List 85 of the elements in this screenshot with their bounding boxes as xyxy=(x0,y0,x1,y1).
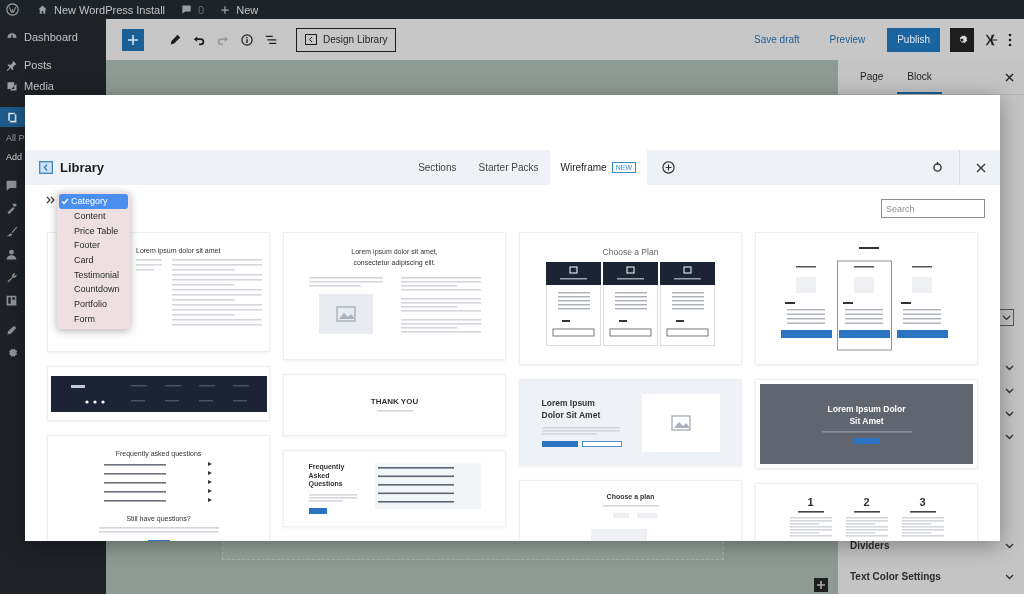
placeholder-lines-drawing xyxy=(909,511,936,514)
template-card[interactable]: Choose a Plan xyxy=(519,232,742,365)
card-heading: Lorem Ipsum Dolor Sit Amet xyxy=(826,403,907,428)
save-draft-button[interactable]: Save draft xyxy=(754,34,800,45)
new-link[interactable]: New xyxy=(236,3,259,16)
sidebar-tab[interactable]: Page xyxy=(850,60,894,94)
chevron-down-icon xyxy=(1005,573,1014,580)
site-title-link[interactable]: New WordPress Install xyxy=(54,3,166,16)
publish-button[interactable]: Publish xyxy=(887,27,940,52)
layout-icon xyxy=(5,294,18,307)
template-card[interactable] xyxy=(47,366,270,421)
category-option[interactable]: Countdown xyxy=(59,282,128,297)
chevron-down-icon xyxy=(1005,365,1014,371)
step-number: 2 xyxy=(863,496,870,508)
card-heading: Choose a Plan xyxy=(602,247,659,257)
category-option[interactable]: Footer xyxy=(59,238,128,253)
button-drawing xyxy=(853,438,880,445)
placeholder-lines-drawing xyxy=(901,517,944,538)
pencil-icon xyxy=(168,32,182,47)
template-card[interactable]: 1 2 3 xyxy=(755,483,978,541)
library-logo-icon xyxy=(305,34,317,45)
step-number: 1 xyxy=(807,496,814,508)
pencil-icon xyxy=(5,324,18,337)
close-button[interactable] xyxy=(1005,72,1014,82)
library-title: Library xyxy=(60,160,105,175)
chevron-down-icon xyxy=(1005,434,1014,440)
placeholder-lines-drawing xyxy=(845,517,888,538)
category-option[interactable]: Form xyxy=(59,311,128,327)
comment-icon xyxy=(181,4,193,15)
sync-icon[interactable] xyxy=(932,162,943,173)
step-number: 3 xyxy=(919,496,926,508)
settings-button[interactable] xyxy=(950,27,974,52)
hammer-icon xyxy=(5,202,18,215)
admin-menu-item[interactable]: Dashboard xyxy=(0,23,106,51)
check-icon xyxy=(61,197,69,205)
info-icon xyxy=(240,32,254,47)
comment-icon xyxy=(5,179,18,192)
template-card[interactable]: THANK YOU xyxy=(283,374,506,436)
design-library-button[interactable]: Design Library xyxy=(296,27,397,52)
placeholder-lines-drawing xyxy=(136,259,162,274)
image-placeholder-icon xyxy=(641,393,720,452)
placeholder-lines-drawing xyxy=(602,505,659,508)
double-chevron-icon[interactable] xyxy=(46,196,55,204)
chevron-down-icon xyxy=(1005,411,1014,417)
template-card[interactable]: Lorem Ipsum Dolor Sit Amet xyxy=(755,379,978,469)
kadence-icon[interactable] xyxy=(984,32,998,47)
user-icon xyxy=(5,248,18,261)
add-block-button[interactable] xyxy=(122,28,144,51)
placeholder-lines-drawing xyxy=(308,493,357,503)
library-logo-icon xyxy=(39,161,53,174)
home-icon xyxy=(37,4,48,15)
template-card[interactable]: Lorem Ipsum Dolor Sit Amet xyxy=(519,379,742,466)
category-option[interactable]: Testimonial xyxy=(59,267,128,283)
brush-icon xyxy=(5,225,18,238)
admin-submenu-item[interactable]: Add xyxy=(6,151,22,162)
chevron-down-icon xyxy=(1005,542,1014,549)
image-placeholder-icon xyxy=(318,294,373,334)
placeholder-lines-drawing xyxy=(853,511,880,514)
wrench-icon xyxy=(5,271,18,284)
card-heading: Lorem Ipsum Dolor Sit Amet xyxy=(541,398,602,422)
library-tab[interactable]: Sections xyxy=(407,150,468,185)
button-drawing xyxy=(308,507,327,514)
placeholder-lines-drawing xyxy=(789,517,832,538)
admin-submenu-item[interactable]: All P xyxy=(6,132,25,143)
more-options-icon[interactable] xyxy=(1008,32,1012,47)
pin-icon xyxy=(6,59,18,71)
add-block-icon[interactable] xyxy=(814,578,828,592)
admin-menu-item[interactable]: Media xyxy=(0,79,106,107)
library-tab[interactable]: Starter Packs xyxy=(467,150,550,185)
preview-button[interactable]: Preview xyxy=(829,34,866,45)
category-option[interactable]: Card xyxy=(59,252,128,268)
plus-icon xyxy=(220,4,231,15)
plus-icon xyxy=(127,33,139,46)
close-icon[interactable] xyxy=(976,162,986,173)
pages-icon xyxy=(5,110,18,124)
wordpress-logo-icon[interactable] xyxy=(6,3,19,16)
card-heading: THANK YOU xyxy=(370,397,419,406)
chevron-down-icon xyxy=(1005,388,1014,394)
admin-menu-item[interactable]: Posts xyxy=(0,51,106,79)
search-field[interactable]: Search xyxy=(881,199,985,218)
media-icon xyxy=(6,80,18,92)
placeholder-lines-drawing xyxy=(376,410,413,413)
placeholder-lines-drawing xyxy=(797,511,824,514)
category-option[interactable]: Portfolio xyxy=(59,296,128,312)
category-option[interactable]: Content xyxy=(59,208,128,224)
